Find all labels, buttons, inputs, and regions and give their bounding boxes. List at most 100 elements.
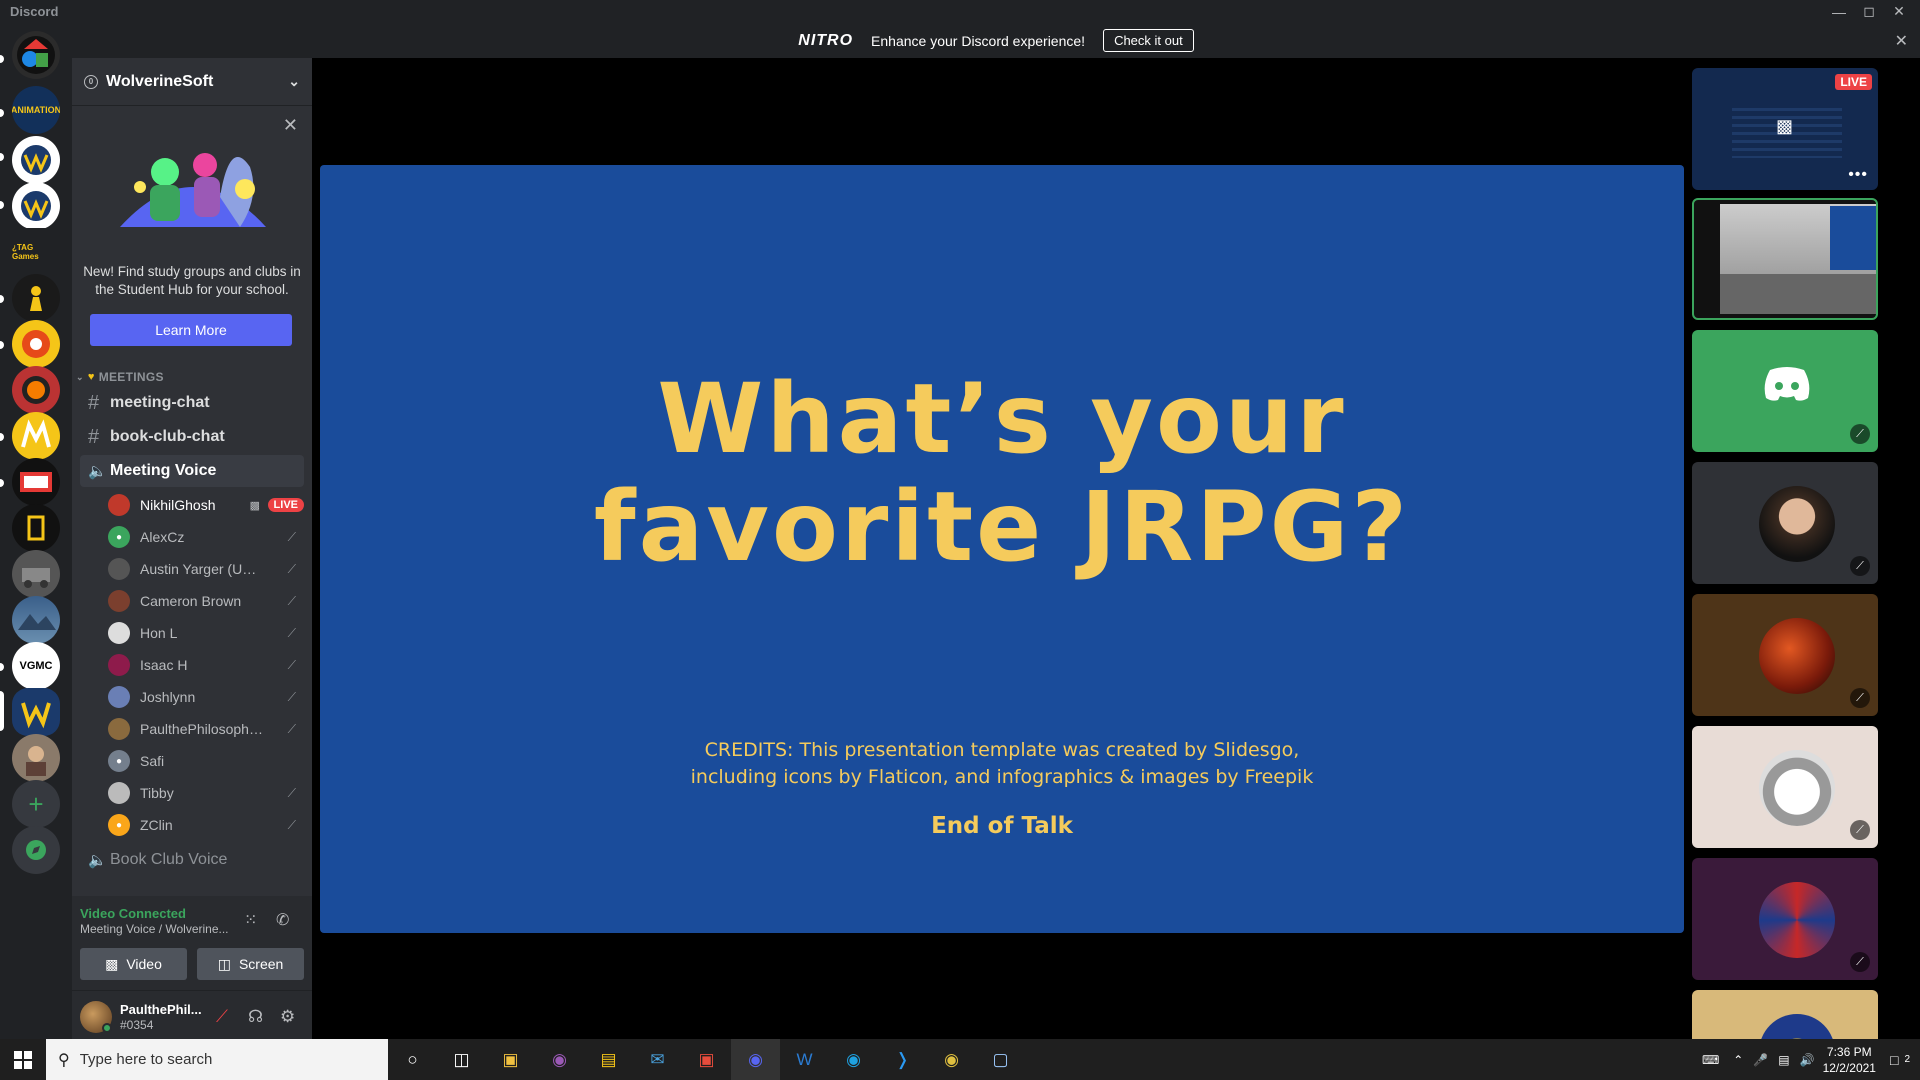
file-explorer-icon[interactable]: ▤ <box>584 1039 633 1080</box>
close-promo-icon[interactable]: ✕ <box>283 115 298 136</box>
taskbar-search[interactable]: ⚲ Type here to search <box>46 1039 388 1080</box>
server-header[interactable]: 0 WolverineSoft ⌄ <box>72 58 312 106</box>
voice-user-name: AlexCz <box>140 529 185 545</box>
chevron-up-icon[interactable]: ⌃ <box>1733 1053 1743 1067</box>
speaker-icon: 🔈 <box>88 852 107 869</box>
projector-screen <box>1830 206 1876 270</box>
server-icon[interactable] <box>12 320 60 368</box>
channel-book-club-chat[interactable]: # book-club-chat <box>80 421 304 453</box>
server-icon[interactable] <box>12 504 60 552</box>
close-window-icon[interactable]: ✕ <box>1884 0 1914 23</box>
server-icon[interactable]: VGMC <box>12 642 60 690</box>
video-button[interactable]: ▩ Video <box>80 948 187 980</box>
vscode-icon[interactable]: ❭ <box>878 1039 927 1080</box>
clock[interactable]: 7:36 PM 12/2/2021 <box>1823 1044 1876 1076</box>
voice-user[interactable]: NikhilGhosh ▩ LIVE <box>108 492 304 518</box>
word-icon[interactable]: W <box>780 1039 829 1080</box>
slide-credits-line: including icons by Flaticon, and infogra… <box>690 766 1314 788</box>
server-icon[interactable] <box>12 31 60 79</box>
channel-label: meeting-chat <box>110 394 210 411</box>
participant-tile[interactable]: ⟋ <box>1692 330 1878 452</box>
server-icon[interactable] <box>12 550 60 598</box>
windows-start-icon[interactable] <box>0 1039 46 1080</box>
stream-preview-tile[interactable]: LIVE ▩ ••• <box>1692 68 1878 190</box>
maximize-icon[interactable]: ◻ <box>1854 0 1884 23</box>
edge-icon[interactable]: ◉ <box>829 1039 878 1080</box>
slide-credits: CREDITS: This presentation template was … <box>320 737 1684 791</box>
keyboard-icon[interactable]: ⌨ <box>1702 1053 1719 1067</box>
minimize-icon[interactable]: — <box>1824 0 1854 23</box>
avatar <box>108 782 130 804</box>
voice-user-name: Isaac H <box>140 657 188 673</box>
noise-suppression-icon[interactable]: ⁙ <box>244 910 257 930</box>
server-icon[interactable] <box>12 136 60 184</box>
category-meetings[interactable]: ⌄ ♥ MEETINGS <box>76 370 164 384</box>
nitro-cta-button[interactable]: Check it out <box>1103 29 1194 52</box>
chrome-icon[interactable]: ◉ <box>927 1039 976 1080</box>
server-icon[interactable] <box>12 688 60 736</box>
server-icon[interactable] <box>12 274 60 322</box>
hash-icon: # <box>88 391 100 414</box>
screen-share-button[interactable]: ◫ Screen <box>197 948 304 980</box>
participant-tile[interactable]: ⟋ <box>1692 594 1878 716</box>
explore-servers-button[interactable] <box>12 826 60 874</box>
server-icon[interactable] <box>12 596 60 644</box>
server-icon[interactable] <box>12 182 60 230</box>
disconnect-icon[interactable]: ✆ <box>276 910 289 930</box>
muted-mic-icon: ⟋ <box>1850 688 1870 708</box>
discord-taskbar-icon[interactable]: ◉ <box>731 1039 780 1080</box>
user-tag: #0354 <box>120 1018 154 1032</box>
cortana-icon[interactable]: ○ <box>388 1039 437 1080</box>
gear-icon[interactable]: ⚙ <box>280 1007 295 1027</box>
voice-user[interactable]: Austin Yarger (UMi... ⟋ <box>108 556 304 582</box>
microphone-icon[interactable]: 🎤 <box>1753 1053 1768 1067</box>
video-tile[interactable] <box>1692 198 1878 320</box>
voice-user[interactable]: Joshlynn ⟋ <box>108 684 304 710</box>
learn-more-button[interactable]: Learn More <box>90 314 292 346</box>
mail-icon[interactable]: ✉ <box>633 1039 682 1080</box>
voice-user-name: Safi <box>140 753 165 769</box>
compass-icon <box>26 840 46 860</box>
participant-tile[interactable]: ⟋ <box>1692 858 1878 980</box>
channel-book-club-voice[interactable]: 🔈 Book Club Voice <box>80 844 304 876</box>
app-icon[interactable]: ◉ <box>535 1039 584 1080</box>
network-icon[interactable]: ▤ <box>1778 1053 1789 1067</box>
muted-mic-icon: ⟋ <box>287 785 296 800</box>
office-icon[interactable]: ▣ <box>682 1039 731 1080</box>
more-options-icon[interactable]: ••• <box>1848 166 1868 184</box>
voice-user[interactable]: Isaac H ⟋ <box>108 652 304 678</box>
slide-heading-line: favorite JRPG? <box>593 471 1411 583</box>
participant-tile[interactable]: ⟋ <box>1692 462 1878 584</box>
clock-time: 7:36 PM <box>1826 1044 1872 1059</box>
mute-mic-icon[interactable]: ⟋ <box>216 1007 228 1027</box>
volume-icon[interactable]: 🔊 <box>1800 1053 1815 1067</box>
channel-label: book-club-chat <box>110 428 225 445</box>
server-icon[interactable] <box>12 412 60 460</box>
channel-meeting-voice[interactable]: 🔈 Meeting Voice <box>80 455 304 487</box>
video-button-label: Video <box>126 956 162 972</box>
app-icon[interactable]: ▢ <box>976 1039 1025 1080</box>
voice-user[interactable]: Tibby ⟋ <box>108 780 304 806</box>
voice-location[interactable]: Meeting Voice / Wolverine... <box>80 922 229 936</box>
participant-tile[interactable] <box>1692 990 1878 1039</box>
server-icon[interactable] <box>12 366 60 414</box>
notification-icon[interactable]: □ <box>1890 1052 1898 1068</box>
channel-meeting-chat[interactable]: # meeting-chat <box>80 387 304 419</box>
add-server-button[interactable]: + <box>12 780 60 828</box>
stream-stage[interactable]: What’s your favorite JRPG? CREDITS: This… <box>312 58 1690 1039</box>
voice-user[interactable]: Cameron Brown ⟋ <box>108 588 304 614</box>
voice-user[interactable]: Hon L ⟋ <box>108 620 304 646</box>
voice-user[interactable]: PaulthePhilosophy... ⟋ <box>108 716 304 742</box>
voice-user[interactable]: ● ZClin ⟋ <box>108 812 304 838</box>
participant-tile[interactable]: ⟋ <box>1692 726 1878 848</box>
task-view-icon[interactable]: ◫ <box>437 1039 486 1080</box>
headphones-icon[interactable]: ☊ <box>248 1007 263 1027</box>
server-icon[interactable]: ¿TAG Games <box>12 228 60 276</box>
server-icon[interactable] <box>12 734 60 782</box>
voice-user[interactable]: ● AlexCz ⟋ <box>108 524 304 550</box>
voice-user[interactable]: ● Safi <box>108 748 304 774</box>
server-icon[interactable] <box>12 458 60 506</box>
close-banner-icon[interactable]: ✕ <box>1895 31 1908 51</box>
store-icon[interactable]: ▣ <box>486 1039 535 1080</box>
server-icon[interactable]: ANIMATION <box>12 86 60 134</box>
